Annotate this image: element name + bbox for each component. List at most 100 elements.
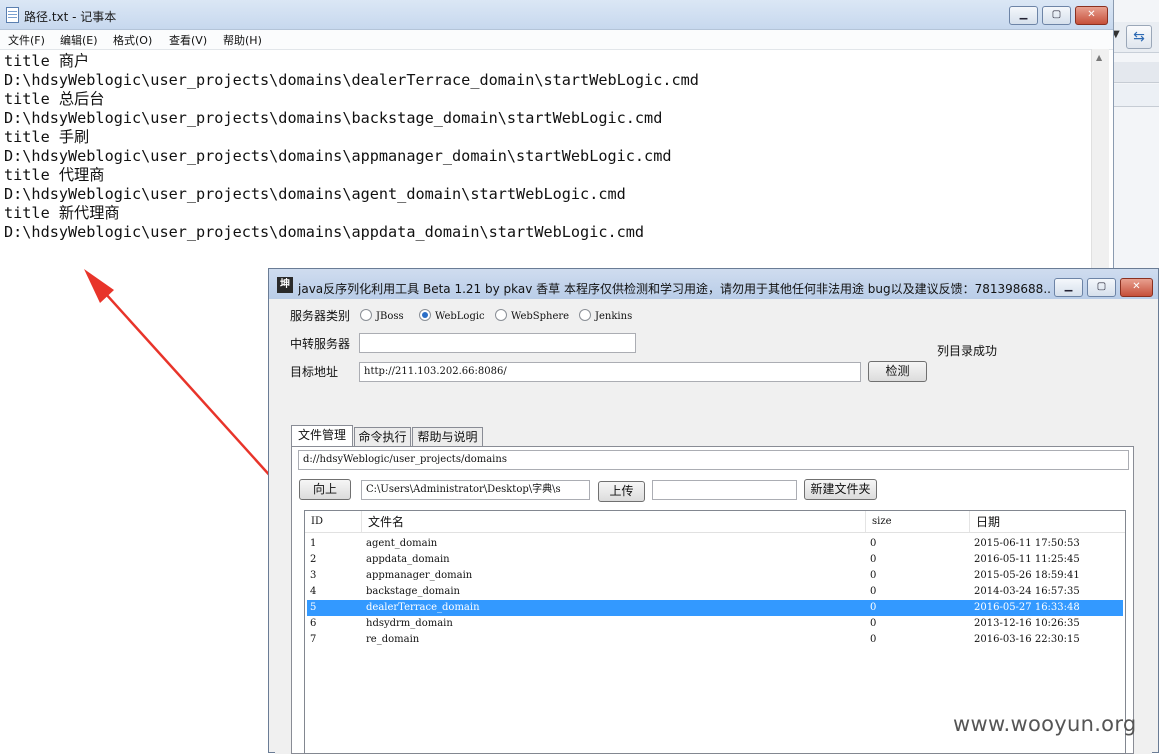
cell-id: 3 bbox=[310, 570, 317, 581]
upload-path-input[interactable]: C:\Users\Administrator\Desktop\字典\s bbox=[361, 480, 590, 500]
menu-view[interactable]: 查看(V) bbox=[169, 32, 207, 48]
new-folder-button[interactable]: 新建文件夹 bbox=[804, 479, 877, 500]
table-row[interactable]: 6 hdsydrm_domain 0 2013-12-16 10:26:35 bbox=[307, 616, 1123, 632]
cell-name: re_domain bbox=[366, 634, 420, 645]
cell-id: 7 bbox=[310, 634, 317, 645]
cell-name: agent_domain bbox=[366, 538, 438, 549]
check-button[interactable]: 检测 bbox=[868, 361, 927, 382]
scroll-up-icon[interactable]: ▲ bbox=[1096, 53, 1102, 62]
table-row[interactable]: 5 dealerTerrace_domain 0 2016-05-27 16:33:4… bbox=[307, 600, 1123, 616]
cell-size: 0 bbox=[870, 618, 877, 629]
menu-help[interactable]: 帮助(H) bbox=[223, 32, 262, 48]
radio-dot[interactable] bbox=[495, 309, 507, 321]
cell-date: 2016-05-27 16:33:48 bbox=[974, 602, 1080, 613]
radio-weblogic[interactable]: WebLogic bbox=[419, 309, 485, 322]
menu-format[interactable]: 格式(O) bbox=[113, 32, 152, 48]
table-row[interactable]: 4 backstage_domain 0 2014-03-24 16:57:35 bbox=[307, 584, 1123, 600]
radio-dot[interactable] bbox=[360, 309, 372, 321]
status-text: 列目录成功 bbox=[937, 344, 998, 358]
column-header-size[interactable]: size bbox=[866, 511, 970, 532]
text-line: title 新代理商 bbox=[4, 204, 120, 222]
radio-jenkins[interactable]: Jenkins bbox=[579, 309, 632, 322]
tool-body: 服务器类别 JBoss WebLogic WebSphere Jenkins 中… bbox=[275, 300, 1152, 754]
cell-size: 0 bbox=[870, 634, 877, 645]
radio-dot-selected[interactable] bbox=[419, 309, 431, 321]
relay-server-input[interactable] bbox=[359, 333, 636, 353]
tool-title: java反序列化利用工具 Beta 1.21 by pkav 香草 本程序仅供检… bbox=[298, 282, 1050, 296]
notepad-title: 路径.txt - 记事本 bbox=[24, 10, 117, 24]
text-line: title 商户 bbox=[4, 52, 90, 70]
refresh-go-icon[interactable]: ⇆ bbox=[1126, 25, 1152, 49]
text-line: D:\hdsyWeblogic\user_projects\domains\ap… bbox=[4, 147, 672, 165]
cell-date: 2014-03-24 16:57:35 bbox=[974, 586, 1080, 597]
menu-edit[interactable]: 编辑(E) bbox=[60, 32, 98, 48]
tool-logo-icon: 坤 bbox=[277, 277, 293, 293]
column-header-filename[interactable]: 文件名 bbox=[362, 511, 866, 532]
cell-id: 4 bbox=[310, 586, 317, 597]
cell-id: 2 bbox=[310, 554, 317, 565]
background-strip bbox=[1108, 84, 1159, 107]
tool-titlebar: 坤 java反序列化利用工具 Beta 1.21 by pkav 香草 本程序仅… bbox=[269, 269, 1158, 299]
server-type-label: 服务器类别 bbox=[290, 309, 351, 323]
cell-size: 0 bbox=[870, 586, 877, 597]
watermark: www.wooyun.org bbox=[953, 712, 1137, 736]
cell-name: appmanager_domain bbox=[366, 570, 473, 581]
notepad-icon bbox=[6, 7, 19, 23]
cell-date: 2016-05-11 11:25:45 bbox=[974, 554, 1080, 565]
cell-date: 2015-06-11 17:50:53 bbox=[974, 538, 1080, 549]
notepad-text-area[interactable]: title 商户 D:\hdsyWeblogic\user_projects\do… bbox=[4, 52, 1089, 262]
cell-date: 2013-12-16 10:26:35 bbox=[974, 618, 1080, 629]
table-row[interactable]: 1 agent_domain 0 2015-06-11 17:50:53 bbox=[307, 536, 1123, 552]
notepad-titlebar: 路径.txt - 记事本 ▁ ▢ ✕ bbox=[0, 0, 1113, 30]
cell-size: 0 bbox=[870, 602, 877, 613]
radio-websphere[interactable]: WebSphere bbox=[495, 309, 569, 322]
minimize-button[interactable]: ▁ bbox=[1009, 6, 1038, 25]
table-row[interactable]: 7 re_domain 0 2016-03-16 22:30:15 bbox=[307, 632, 1123, 648]
column-header-date[interactable]: 日期 bbox=[970, 511, 1125, 532]
tab-file-manager[interactable]: 文件管理 bbox=[291, 425, 353, 447]
up-button[interactable]: 向上 bbox=[299, 479, 351, 500]
cell-name: backstage_domain bbox=[366, 586, 460, 597]
radio-dot[interactable] bbox=[579, 309, 591, 321]
close-button[interactable]: ✕ bbox=[1075, 6, 1108, 25]
table-header: ID 文件名 size 日期 bbox=[305, 511, 1125, 533]
notepad-menubar: 文件(F) 编辑(E) 格式(O) 查看(V) 帮助(H) bbox=[0, 30, 1113, 50]
tab-help[interactable]: 帮助与说明 bbox=[412, 427, 483, 446]
target-address-input[interactable]: http://211.103.202.66:8086/ bbox=[359, 362, 861, 382]
cell-id: 5 bbox=[310, 602, 317, 613]
text-line: D:\hdsyWeblogic\user_projects\domains\ap… bbox=[4, 223, 645, 241]
table-row[interactable]: 2 appdata_domain 0 2016-05-11 11:25:45 bbox=[307, 552, 1123, 568]
upload-button[interactable]: 上传 bbox=[598, 481, 645, 502]
text-line: title 代理商 bbox=[4, 166, 105, 184]
text-line: title 手刷 bbox=[4, 128, 90, 146]
cell-size: 0 bbox=[870, 538, 877, 549]
path-input[interactable]: d://hdsyWeblogic/user_projects/domains bbox=[298, 450, 1129, 470]
text-line: D:\hdsyWeblogic\user_projects\domains\ba… bbox=[4, 109, 663, 127]
cell-size: 0 bbox=[870, 554, 877, 565]
cell-size: 0 bbox=[870, 570, 877, 581]
menu-file[interactable]: 文件(F) bbox=[8, 32, 45, 48]
cell-name: dealerTerrace_domain bbox=[366, 602, 480, 613]
target-address-label: 目标地址 bbox=[290, 365, 339, 379]
column-header-id[interactable]: ID bbox=[305, 511, 362, 532]
new-folder-input[interactable] bbox=[652, 480, 797, 500]
maximize-button[interactable]: ▢ bbox=[1042, 6, 1071, 25]
tool-maximize-button[interactable]: ▢ bbox=[1087, 278, 1116, 297]
tool-close-button[interactable]: ✕ bbox=[1120, 278, 1153, 297]
table-row[interactable]: 3 appmanager_domain 0 2015-05-26 18:59:41 bbox=[307, 568, 1123, 584]
relay-server-label: 中转服务器 bbox=[290, 337, 351, 351]
text-line: D:\hdsyWeblogic\user_projects\domains\ag… bbox=[4, 185, 626, 203]
radio-jboss[interactable]: JBoss bbox=[360, 309, 404, 322]
text-line: title 总后台 bbox=[4, 90, 105, 108]
text-line: D:\hdsyWeblogic\user_projects\domains\de… bbox=[4, 71, 699, 89]
tool-minimize-button[interactable]: ▁ bbox=[1054, 278, 1083, 297]
cell-name: appdata_domain bbox=[366, 554, 450, 565]
tab-command-exec[interactable]: 命令执行 bbox=[354, 427, 411, 446]
exploit-tool-window: 坤 java反序列化利用工具 Beta 1.21 by pkav 香草 本程序仅… bbox=[268, 268, 1159, 754]
cell-date: 2016-03-16 22:30:15 bbox=[974, 634, 1080, 645]
cell-date: 2015-05-26 18:59:41 bbox=[974, 570, 1080, 581]
background-strip bbox=[1108, 62, 1159, 83]
cell-name: hdsydrm_domain bbox=[366, 618, 453, 629]
cell-id: 6 bbox=[310, 618, 317, 629]
cell-id: 1 bbox=[310, 538, 317, 549]
